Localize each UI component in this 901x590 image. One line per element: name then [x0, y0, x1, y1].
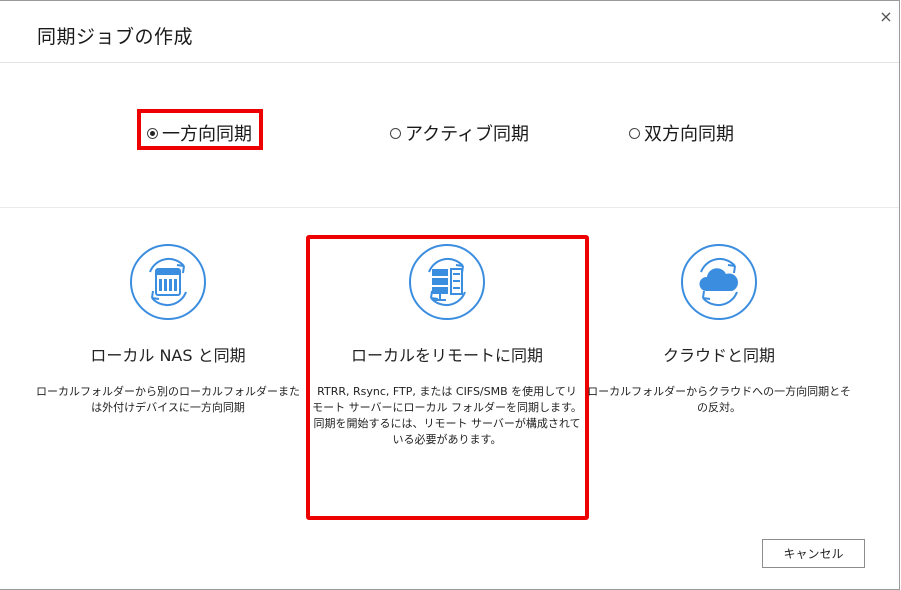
cancel-button[interactable]: キャンセル — [762, 539, 865, 568]
radio-unchecked-icon — [390, 127, 401, 139]
title-divider — [0, 62, 899, 63]
radio-unchecked-icon — [629, 127, 640, 139]
close-icon[interactable]: × — [876, 7, 896, 27]
card-description: ローカルフォルダーからクラウドへの一方向同期とその反対。 — [587, 385, 851, 414]
section-divider — [0, 207, 899, 208]
radio-label: アクティブ同期 — [405, 124, 530, 145]
card-title: クラウドと同期 — [662, 346, 775, 365]
card-title: ローカル NAS と同期 — [90, 346, 246, 365]
card-description: ローカルフォルダーから別のローカルフォルダーまたは外付けデバイスに一方向同期 — [36, 385, 300, 414]
radio-active-sync[interactable]: アクティブ同期 — [390, 120, 529, 146]
radio-two-way-sync[interactable]: 双方向同期 — [629, 120, 734, 146]
card-sync-cloud[interactable]: クラウドと同期 ローカルフォルダーからクラウドへの一方向同期とその反対。 — [584, 242, 854, 416]
radio-label: 双方向同期 — [644, 124, 734, 145]
nas-sync-icon — [130, 244, 206, 320]
dialog-title: 同期ジョブの作成 — [37, 26, 194, 48]
highlight-box-radio — [137, 109, 263, 150]
highlight-box-card — [306, 235, 589, 520]
card-sync-local-nas[interactable]: ローカル NAS と同期 ローカルフォルダーから別のローカルフォルダーまたは外付… — [33, 242, 303, 416]
cloud-sync-icon — [681, 244, 757, 320]
create-sync-job-dialog: 同期ジョブの作成 × 一方向同期 アクティブ同期 双方向同期 ローカル NAS … — [0, 0, 900, 590]
